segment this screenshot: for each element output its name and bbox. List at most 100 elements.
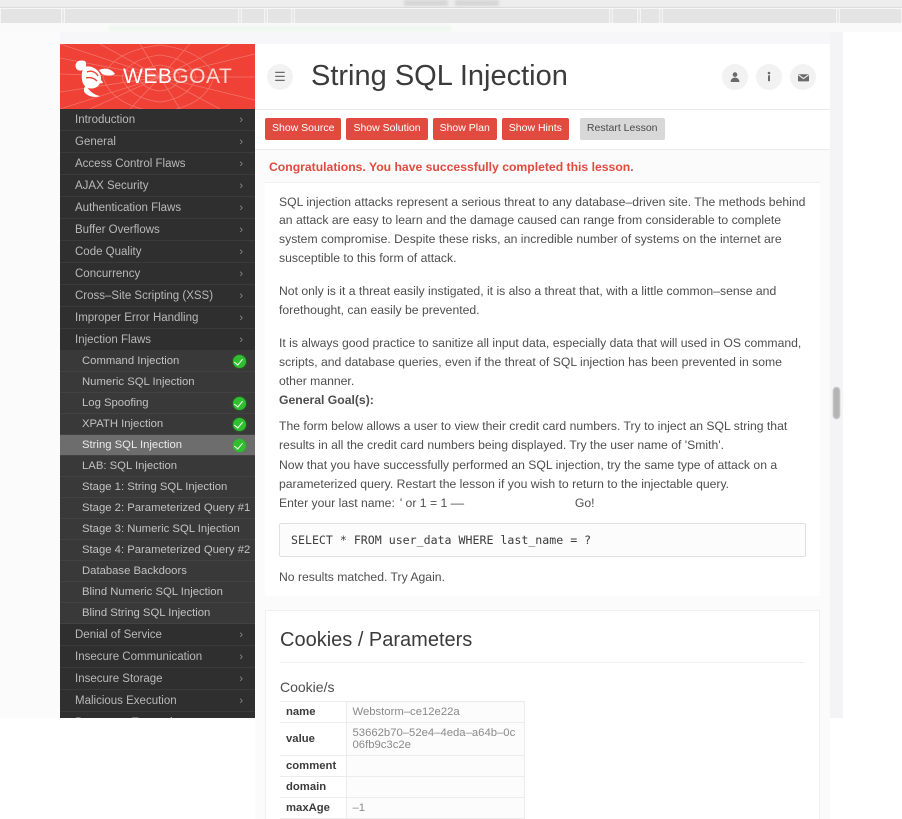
- chevron-right-icon: ›: [239, 241, 243, 263]
- browser-toolbar-segment[interactable]: [839, 9, 902, 23]
- sidebar-category-9[interactable]: Improper Error Handling›: [60, 307, 255, 329]
- browser-toolbar-segment[interactable]: [640, 9, 660, 23]
- sidebar-lesson-0[interactable]: Command Injection: [60, 351, 255, 372]
- browser-toolbar-segment[interactable]: [0, 9, 62, 23]
- chevron-right-icon: ›: [239, 329, 243, 351]
- brand-word-web: WEB: [123, 65, 172, 88]
- sidebar-lesson-label: Database Backdoors: [82, 565, 187, 577]
- sidebar-lesson-7[interactable]: Stage 2: Parameterized Query #1: [60, 498, 255, 519]
- sidebar-lesson-label: Log Spoofing: [82, 397, 149, 409]
- info-icon[interactable]: [756, 64, 782, 90]
- cookies-parameters-panel: Cookies / Parameters Cookie/s nameWebsto…: [265, 610, 820, 819]
- brand-wordmark: WEBGOAT: [123, 65, 232, 89]
- sidebar-lesson-label: Stage 4: Parameterized Query #2: [82, 544, 250, 556]
- lesson-header: ☰ String SQL Injection: [255, 44, 830, 110]
- sidebar-lesson-3[interactable]: XPATH Injection: [60, 414, 255, 435]
- browser-toolbar-segment[interactable]: [662, 9, 837, 23]
- browser-toolbar-segment[interactable]: [241, 9, 265, 23]
- sidebar-category-bottom-3[interactable]: Malicious Execution›: [60, 690, 255, 712]
- cookie-table: nameWebstorm–ce12e22avalue53662b70–52e4–…: [280, 701, 525, 819]
- sidebar-category-2[interactable]: Access Control Flaws ›: [60, 153, 255, 175]
- sidebar-category-0[interactable]: Introduction›: [60, 109, 255, 131]
- chevron-right-icon: ›: [239, 712, 243, 718]
- sidebar-category-bottom-4[interactable]: Parameter Tampering›: [60, 712, 255, 718]
- cookie-row: nameWebstorm–ce12e22a: [280, 702, 525, 723]
- page-canvas: WEBGOAT Introduction›General›Access Cont…: [0, 32, 902, 718]
- sidebar-lesson-label: Numeric SQL Injection: [82, 376, 195, 388]
- page-scrollbar-thumb[interactable]: [833, 387, 840, 419]
- browser-tab-ghost[interactable]: [455, 0, 499, 6]
- sidebar-category-8[interactable]: Cross–Site Scripting (XSS)›: [60, 285, 255, 307]
- chevron-right-icon: ›: [239, 307, 243, 329]
- browser-tab-ghost[interactable]: [404, 0, 448, 6]
- page-gutter-left: [0, 32, 60, 718]
- sidebar-category-label: AJAX Security: [75, 180, 149, 192]
- sidebar-category-label: Denial of Service: [75, 629, 162, 641]
- sidebar-lesson-10[interactable]: Database Backdoors: [60, 561, 255, 582]
- show-hints-button[interactable]: Show Hints: [502, 118, 569, 140]
- cookie-key: value: [280, 723, 346, 756]
- page-title: String SQL Injection: [311, 60, 568, 93]
- cookie-key: maxAge: [280, 798, 346, 819]
- sidebar-category-5[interactable]: Buffer Overflows›: [60, 219, 255, 241]
- sidebar-category-bottom-2[interactable]: Insecure Storage›: [60, 668, 255, 690]
- lastname-label: Enter your last name:: [279, 496, 395, 510]
- sidebar-category-label: Concurrency: [75, 268, 140, 280]
- sidebar-lesson-11[interactable]: Blind Numeric SQL Injection: [60, 582, 255, 603]
- sidebar-lesson-label: LAB: SQL Injection: [82, 460, 177, 472]
- cookie-row: comment: [280, 756, 525, 777]
- sidebar-category-6[interactable]: Code Quality›: [60, 241, 255, 263]
- brand-header[interactable]: WEBGOAT: [60, 44, 255, 109]
- sidebar-category-4[interactable]: Authentication Flaws ›: [60, 197, 255, 219]
- show-solution-button[interactable]: Show Solution: [346, 118, 427, 140]
- browser-toolbar-segment[interactable]: [612, 9, 638, 23]
- sidebar-category-label: Authentication Flaws: [75, 202, 181, 214]
- lesson-paragraph-3: It is always good practice to sanitize a…: [279, 334, 806, 391]
- sidebar-category-3[interactable]: AJAX Security›: [60, 175, 255, 197]
- sidebar-lesson-12[interactable]: Blind String SQL Injection: [60, 603, 255, 624]
- result-message: No results matched. Try Again.: [279, 570, 806, 584]
- sidebar-category-bottom-0[interactable]: Denial of Service ›: [60, 624, 255, 646]
- sidebar-category-label: Insecure Communication: [75, 651, 202, 663]
- sidebar-category-7[interactable]: Concurrency ›: [60, 263, 255, 285]
- sidebar-category-label: Access Control Flaws: [75, 158, 186, 170]
- sidebar-category-1[interactable]: General›: [60, 131, 255, 153]
- chevron-right-icon: ›: [239, 263, 243, 285]
- browser-toolbar-segment[interactable]: [267, 9, 292, 23]
- lesson-panel: Congratulations. You have successfully c…: [255, 150, 830, 819]
- browser-toolbar-segment[interactable]: [64, 9, 239, 23]
- sidebar-lesson-2[interactable]: Log Spoofing: [60, 393, 255, 414]
- chevron-right-icon: ›: [239, 197, 243, 219]
- sidebar-category-10[interactable]: Injection Flaws ›: [60, 329, 255, 351]
- chevron-right-icon: ›: [239, 646, 243, 668]
- restart-lesson-button[interactable]: Restart Lesson: [580, 118, 665, 140]
- lastname-input[interactable]: [397, 496, 573, 510]
- sidebar-lesson-6[interactable]: Stage 1: String SQL Injection: [60, 477, 255, 498]
- sidebar-category-bottom-1[interactable]: Insecure Communication ›: [60, 646, 255, 668]
- completed-check-icon: [233, 397, 246, 410]
- browser-address-bar[interactable]: [294, 9, 610, 23]
- sidebar-lesson-9[interactable]: Stage 4: Parameterized Query #2: [60, 540, 255, 561]
- user-icon[interactable]: [722, 64, 748, 90]
- hamburger-icon[interactable]: ☰: [267, 64, 293, 90]
- lesson-paragraph-2: Not only is it a threat easily instigate…: [279, 282, 806, 320]
- chevron-right-icon: ›: [239, 131, 243, 153]
- cookie-value: –1: [346, 798, 525, 819]
- sidebar-lesson-8[interactable]: Stage 3: Numeric SQL Injection: [60, 519, 255, 540]
- show-plan-button[interactable]: Show Plan: [433, 118, 497, 140]
- sidebar-category-list-bottom: Denial of Service›Insecure Communication…: [60, 624, 255, 718]
- go-button[interactable]: Go!: [575, 496, 595, 510]
- chevron-right-icon: ›: [239, 153, 243, 175]
- completed-check-icon: [233, 355, 246, 368]
- sidebar-category-label: Malicious Execution: [75, 695, 177, 707]
- sidebar-category-label: Injection Flaws: [75, 334, 151, 346]
- cookie-value: [346, 777, 525, 798]
- sidebar-lesson-5[interactable]: LAB: SQL Injection: [60, 456, 255, 477]
- sidebar-lesson-4[interactable]: String SQL Injection: [60, 435, 255, 456]
- sidebar-lesson-1[interactable]: Numeric SQL Injection: [60, 372, 255, 393]
- envelope-icon[interactable]: [790, 64, 816, 90]
- show-source-button[interactable]: Show Source: [265, 118, 341, 140]
- page-scrollbar-track[interactable]: [830, 32, 843, 718]
- chevron-right-icon: ›: [239, 624, 243, 646]
- browser-tab-strip: [0, 0, 902, 8]
